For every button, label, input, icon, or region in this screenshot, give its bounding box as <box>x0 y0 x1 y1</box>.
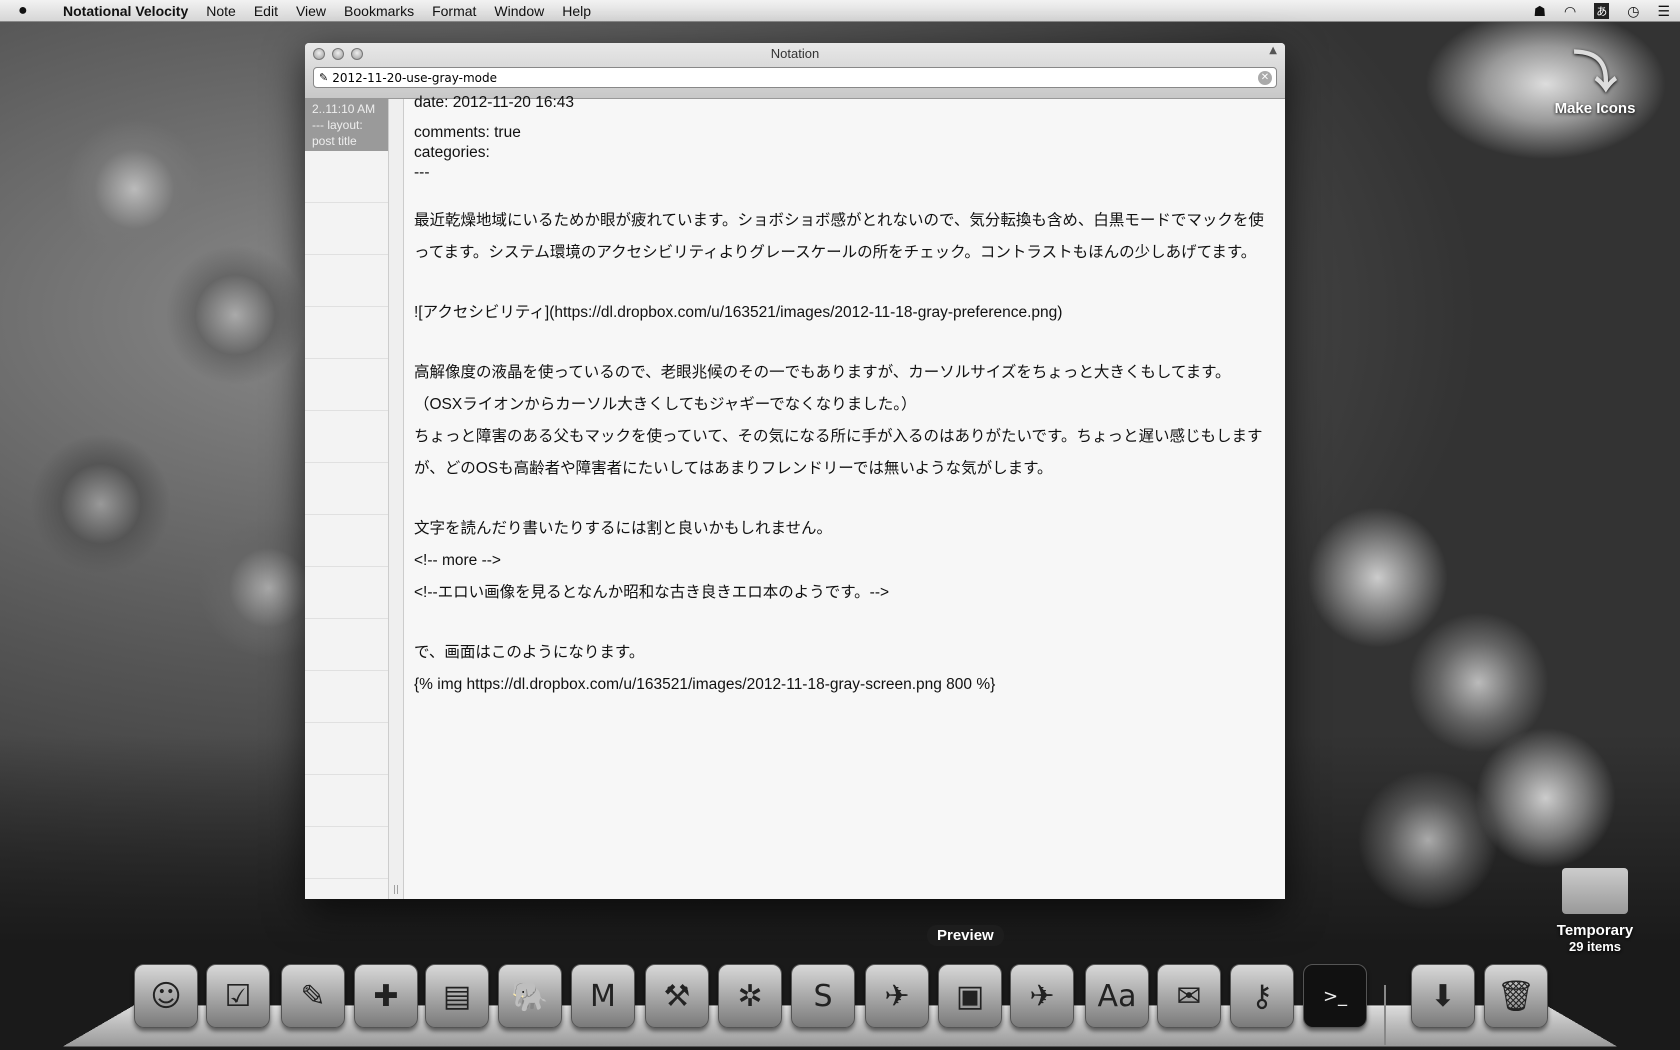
paragraph: {% img https://dl.dropbox.com/u/163521/i… <box>414 676 996 693</box>
empty-row <box>305 307 388 359</box>
paragraph: ![アクセシビリティ](https://dl.dropbox.com/u/163… <box>414 304 1063 321</box>
reminders-icon[interactable]: ☑ <box>206 964 270 1028</box>
text-line: categories: <box>414 144 490 161</box>
folder-count: 29 items <box>1568 939 1622 954</box>
keychain-icon[interactable]: ⚷ <box>1230 964 1294 1028</box>
empty-row <box>305 827 388 879</box>
desktop-item-make-icons[interactable]: ⤵ Make Icons <box>1540 36 1650 117</box>
paragraph: 最近乾燥地域にいるためか眼が疲れています。ショボショボ感がとれないので、気分転換… <box>414 212 1264 261</box>
pencil-icon: ✎ <box>319 71 329 84</box>
empty-row <box>305 515 388 567</box>
empty-row <box>305 463 388 515</box>
dock: ☺ ☑ ✎ ✚ ▤ 🐘 M ⚒ ✲ S ✈ ▣ ✈ Aa ✉ ⚷ >_ ⬇ 🗑 <box>0 962 1680 1032</box>
note-preview: --- layout: <box>312 118 363 132</box>
paragraph: ちょっと障害のある父もマックを使っていて、その気になる所に手が入るのはありがたい… <box>414 428 1263 477</box>
empty-row <box>305 151 388 203</box>
empty-row <box>305 411 388 463</box>
paragraph: で、画面はこのようになります。 <box>414 644 645 661</box>
apple-menu-icon[interactable]: ● <box>18 2 40 20</box>
paragraph: <!--エロい画像を見るとなんか昭和な古き良きエロ本のようです。--> <box>414 584 890 601</box>
folder-icon <box>1562 868 1628 914</box>
input-method-icon[interactable]: あ <box>1594 3 1610 19</box>
fullscreen-icon[interactable]: ▲ <box>1269 45 1277 56</box>
empty-row <box>305 567 388 619</box>
menu-help[interactable]: Help <box>553 3 600 19</box>
notation-window: Notation ▲ ✎ 2012-11-20-use-gray-mode ✕ … <box>305 43 1285 899</box>
clear-search-icon[interactable]: ✕ <box>1258 70 1272 85</box>
paragraph: 文字を読んだり書いたりするには割と良いかもしれません。 <box>414 520 833 537</box>
notes-list[interactable]: 2..11:10 AM --- layout: post title <box>305 99 389 899</box>
menu-format[interactable]: Format <box>423 3 485 19</box>
diagram-app-icon[interactable]: ▤ <box>425 964 489 1028</box>
wifi-icon[interactable]: ◠ <box>1564 3 1576 20</box>
title-bar[interactable]: Notation ▲ ✎ 2012-11-20-use-gray-mode ✕ <box>305 43 1285 99</box>
window-title: Notation <box>770 46 820 61</box>
desktop-folder-temporary[interactable]: Temporary 29 items <box>1540 868 1650 954</box>
make-icons-icon: ⤵ <box>1573 48 1617 97</box>
menu-view[interactable]: View <box>287 3 335 19</box>
search-value[interactable]: 2012-11-20-use-gray-mode <box>332 71 1258 85</box>
search-input[interactable]: ✎ 2012-11-20-use-gray-mode ✕ <box>313 67 1277 88</box>
empty-row <box>305 359 388 411</box>
dictionary-icon[interactable]: Aa <box>1085 964 1149 1028</box>
empty-row <box>305 775 388 827</box>
list-icon[interactable]: ☰ <box>1657 3 1670 20</box>
safari-icon[interactable]: ✲ <box>718 964 782 1028</box>
menu-bar: ● Notational Velocity Note Edit View Boo… <box>0 0 1680 22</box>
puzzle-app-icon[interactable]: ✚ <box>354 964 418 1028</box>
make-icons-label: Make Icons <box>1554 100 1636 117</box>
sublime-text-icon[interactable]: S <box>791 964 855 1028</box>
empty-row <box>305 671 388 723</box>
downloads-folder-icon[interactable]: ⬇ <box>1411 964 1475 1028</box>
text-line: --- <box>414 164 430 181</box>
preview-icon[interactable]: ▣ <box>938 964 1002 1028</box>
menu-bookmarks[interactable]: Bookmarks <box>335 3 423 19</box>
note-editor[interactable]: date: 2012-11-20 16:43 comments: true ca… <box>414 93 1277 899</box>
empty-row <box>305 203 388 255</box>
xcode-icon[interactable]: ⚒ <box>645 964 709 1028</box>
paragraph: （OSXライオンからカーソル大きくしてもジャギーでなくなりました。） <box>414 396 917 413</box>
text-line: comments: true <box>414 124 521 141</box>
finder-icon[interactable]: ☺ <box>134 964 198 1028</box>
menu-edit[interactable]: Edit <box>245 3 287 19</box>
menu-window[interactable]: Window <box>485 3 553 19</box>
m-app-icon[interactable]: M <box>571 964 635 1028</box>
empty-row <box>305 723 388 775</box>
clock-icon[interactable]: ◷ <box>1627 3 1639 20</box>
dock-tooltip: Preview <box>927 925 1004 946</box>
split-divider[interactable]: || <box>389 99 404 899</box>
empty-row <box>305 255 388 307</box>
rocket-document-icon[interactable]: ✈ <box>1010 964 1074 1028</box>
text-line: date: 2012-11-20 16:43 <box>414 94 575 111</box>
ghost-icon[interactable]: ☗ <box>1533 3 1546 20</box>
menu-note[interactable]: Note <box>197 3 245 19</box>
note-preview: post title <box>312 134 357 148</box>
note-date: 2..11:10 AM <box>312 102 376 116</box>
mail-icon[interactable]: ✉ <box>1157 964 1221 1028</box>
list-item[interactable]: 2..11:10 AM --- layout: post title <box>305 99 388 151</box>
empty-row <box>305 619 388 671</box>
folder-name: Temporary <box>1556 922 1634 939</box>
menu-app[interactable]: Notational Velocity <box>54 3 197 19</box>
stickies-icon[interactable]: ✎ <box>281 964 345 1028</box>
evernote-icon[interactable]: 🐘 <box>498 964 562 1028</box>
grip-icon[interactable]: || <box>393 885 399 895</box>
terminal-icon[interactable]: >_ <box>1303 964 1367 1028</box>
paragraph: <!-- more --> <box>414 552 501 569</box>
dock-separator <box>1384 985 1386 1045</box>
rocket-document-icon[interactable]: ✈ <box>865 964 929 1028</box>
trash-icon[interactable]: 🗑 <box>1484 964 1548 1028</box>
paragraph: 高解像度の液晶を使っているので、老眼兆候のその一でもありますが、カーソルサイズを… <box>414 364 1231 381</box>
